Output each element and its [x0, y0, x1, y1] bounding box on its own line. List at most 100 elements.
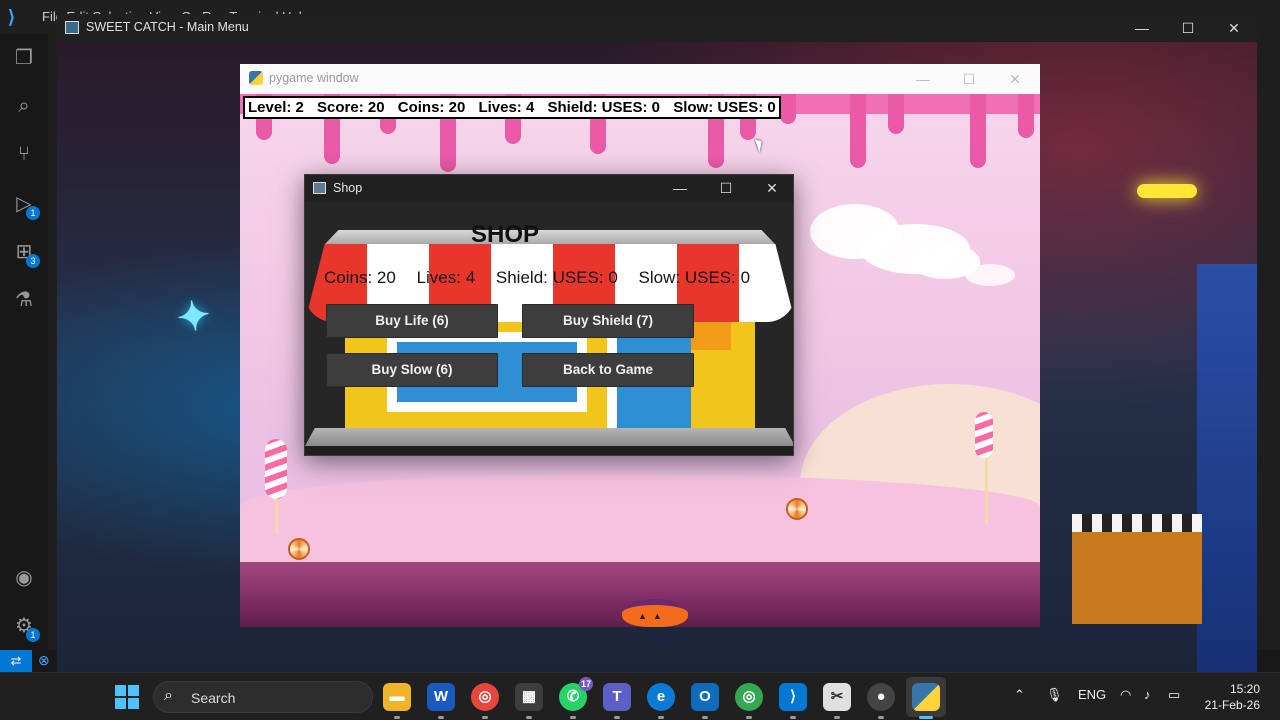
- window-app-icon: [65, 21, 79, 34]
- sweet-catch-title: SWEET CATCH - Main Menu: [86, 20, 249, 34]
- buy-shield-button[interactable]: Buy Shield (7): [522, 304, 694, 338]
- edge-icon[interactable]: e: [647, 683, 675, 719]
- maximize-button[interactable]: ☐: [1165, 14, 1211, 42]
- microsoft-store-icon[interactable]: ▦: [515, 683, 543, 719]
- problems-icon[interactable]: ⊗: [38, 652, 50, 669]
- remote-indicator-icon[interactable]: ⇄: [0, 650, 32, 672]
- player-basket[interactable]: ▲▲: [622, 599, 688, 627]
- teams-icon[interactable]: T: [603, 683, 631, 719]
- obs-icon[interactable]: ●: [867, 683, 895, 719]
- whatsapp-icon[interactable]: ✆ 17: [559, 677, 593, 719]
- basket-face-icon: ▲▲: [638, 611, 668, 621]
- shop-lives: Lives: 4: [416, 268, 476, 287]
- clock-time: 15:20: [1229, 682, 1260, 696]
- icing-drip: [1018, 94, 1034, 138]
- vscode-taskbar-icon[interactable]: ⟩: [779, 683, 807, 719]
- icing-drip: [888, 94, 904, 134]
- minimize-button[interactable]: —: [1119, 14, 1165, 42]
- hud-level: Level: 2: [248, 99, 304, 116]
- run-debug-icon[interactable]: ▷ 1: [12, 192, 40, 220]
- word-icon[interactable]: W: [427, 683, 455, 719]
- icing-drip: [850, 94, 866, 168]
- hud-coins: Coins: 20: [397, 99, 466, 116]
- explorer-icon[interactable]: ❐: [12, 46, 36, 70]
- icing-drip: [780, 94, 796, 124]
- buy-slow-button[interactable]: Buy Slow (6): [326, 353, 498, 387]
- search-label: Search: [191, 690, 236, 706]
- taskbar-search[interactable]: ⌕ Search: [153, 681, 373, 713]
- cloud-graphic: [965, 264, 1015, 286]
- system-clock[interactable]: 15:20 21-Feb-26: [1205, 681, 1260, 713]
- shop-window: Shop — ☐ ✕ SHOP Coins: 20 Lives: 4 Shiel…: [304, 174, 794, 456]
- pygame-title-bar[interactable]: pygame window — ☐ ✕: [240, 64, 1040, 94]
- lollipop-graphic: [975, 412, 993, 458]
- battery-icon[interactable]: ▭: [1168, 687, 1180, 703]
- pygame-maximize-button[interactable]: ☐: [946, 64, 992, 94]
- settings-badge: 1: [26, 628, 40, 642]
- game-hud: Level: 2 Score: 20 Coins: 20 Lives: 4 Sh…: [243, 96, 781, 119]
- python-icon: [249, 71, 263, 85]
- background-blue-wall: [1197, 264, 1257, 674]
- testing-icon[interactable]: ⚗: [12, 288, 36, 312]
- clock-date: 21-Feb-26: [1204, 698, 1260, 712]
- hud-lives: Lives: 4: [478, 99, 535, 116]
- shop-stats: Coins: 20 Lives: 4 Shield: USES: 0 Slow:…: [324, 268, 766, 288]
- microphone-icon[interactable]: 🎙: [1046, 687, 1063, 703]
- volume-icon[interactable]: ♪: [1144, 687, 1151, 702]
- outlook-icon[interactable]: O: [691, 683, 719, 719]
- settings-gear-icon[interactable]: ⚙ 1: [12, 614, 40, 642]
- extensions-badge: 3: [26, 254, 40, 268]
- file-explorer-icon[interactable]: ▬: [383, 683, 411, 719]
- snipping-tool-icon[interactable]: ✂: [823, 683, 851, 719]
- background-neon-light: [1137, 184, 1197, 198]
- falling-candy: [786, 498, 808, 520]
- falling-candy: [288, 538, 310, 560]
- run-badge: 1: [26, 206, 40, 220]
- extensions-icon[interactable]: ⊞ 3: [12, 240, 40, 268]
- shop-slow: Slow: USES: 0: [638, 268, 751, 287]
- shop-body: SHOP Coins: 20 Lives: 4 Shield: USES: 0 …: [305, 202, 793, 455]
- store-counter-base: [305, 446, 793, 455]
- icing-drip: [970, 94, 986, 168]
- vscode-right-edge: [1258, 34, 1280, 650]
- shop-app-icon: [313, 182, 326, 194]
- lollipop-stick: [985, 454, 988, 524]
- back-to-game-button[interactable]: Back to Game: [522, 353, 694, 387]
- chrome-icon[interactable]: ◎: [471, 683, 499, 719]
- shop-minimize-button[interactable]: —: [657, 175, 703, 202]
- language-indicator[interactable]: ENG: [1078, 687, 1106, 702]
- account-icon[interactable]: ◉: [12, 566, 36, 590]
- shop-coins: Coins: 20: [324, 268, 396, 287]
- windows-taskbar: ⌕ Search ▬ W ◎ ▦ ✆ 17 T e O ◎ ⟩ ✂ ● ⌃ 🎙 E…: [0, 672, 1280, 720]
- background-shelf: [1072, 514, 1202, 624]
- shop-shield: Shield: USES: 0: [495, 268, 618, 287]
- lollipop-graphic: [265, 439, 287, 499]
- hud-slow: Slow: USES: 0: [673, 99, 776, 116]
- pygame-title: pygame window: [269, 71, 359, 85]
- background-sign-graphic: ✦: [174, 292, 214, 342]
- wifi-icon[interactable]: ◠: [1120, 687, 1131, 703]
- hud-score: Score: 20: [317, 99, 385, 116]
- vscode-logo-icon[interactable]: ⟩: [8, 7, 28, 27]
- shop-title: Shop: [333, 181, 363, 195]
- sweet-catch-title-bar[interactable]: SWEET CATCH - Main Menu — ☐ ✕: [57, 14, 1257, 42]
- hud-shield: Shield: USES: 0: [547, 99, 661, 116]
- tray-chevron-icon[interactable]: ⌃: [1014, 687, 1025, 703]
- shop-maximize-button[interactable]: ☐: [703, 175, 749, 202]
- close-button[interactable]: ✕: [1211, 14, 1257, 42]
- whatsapp-badge: 17: [579, 677, 593, 691]
- python-taskbar-icon[interactable]: [912, 683, 940, 719]
- store-counter: [305, 428, 793, 446]
- chrome-profile-icon[interactable]: ◎: [735, 683, 763, 719]
- pygame-minimize-button[interactable]: —: [900, 64, 946, 94]
- search-icon[interactable]: ⌕: [12, 94, 36, 118]
- shop-close-button[interactable]: ✕: [749, 175, 793, 202]
- source-control-icon[interactable]: ⑂: [12, 142, 36, 166]
- search-icon: ⌕: [164, 687, 173, 704]
- vscode-activity-bar: ❐ ⌕ ⑂ ▷ 1 ⊞ 3 ⚗ ◉ ⚙ 1: [0, 34, 48, 650]
- lollipop-stick: [275, 494, 278, 534]
- start-button[interactable]: [115, 685, 139, 709]
- buy-life-button[interactable]: Buy Life (6): [326, 304, 498, 338]
- pygame-close-button[interactable]: ✕: [992, 64, 1038, 94]
- shop-title-bar[interactable]: Shop — ☐ ✕: [305, 175, 793, 202]
